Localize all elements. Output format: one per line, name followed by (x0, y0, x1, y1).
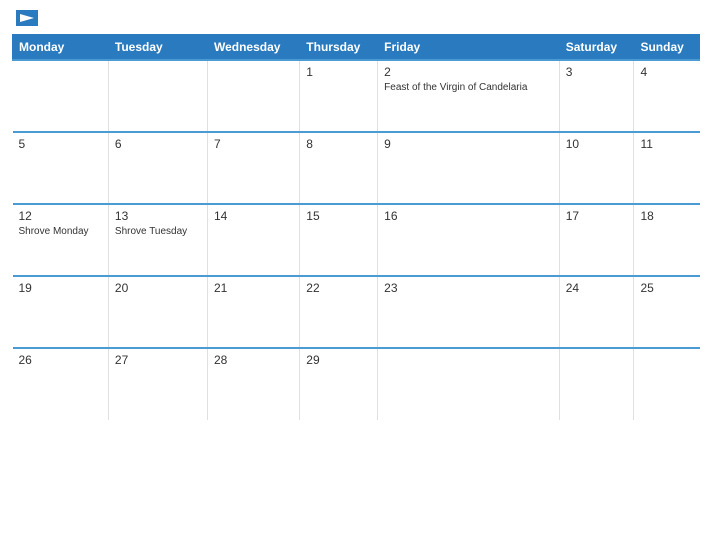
week-row-3: 12 Shrove Monday 13 Shrove Tuesday 14 15 16 17 1… (13, 204, 700, 276)
day-number: 17 (566, 209, 628, 223)
day-number: 27 (115, 353, 201, 367)
calendar-cell: 27 (108, 348, 207, 420)
calendar-cell: 13 Shrove Tuesday (108, 204, 207, 276)
day-number: 20 (115, 281, 201, 295)
calendar-cell: 17 (559, 204, 634, 276)
day-number: 10 (566, 137, 628, 151)
day-number: 8 (306, 137, 371, 151)
day-number: 12 (19, 209, 102, 223)
day-number: 18 (640, 209, 693, 223)
day-number: 7 (214, 137, 293, 151)
calendar-cell: 29 (300, 348, 378, 420)
calendar-cell: 15 (300, 204, 378, 276)
calendar-cell: 26 (13, 348, 109, 420)
calendar-cell: 1 (300, 60, 378, 132)
calendar-cell: 20 (108, 276, 207, 348)
day-number: 26 (19, 353, 102, 367)
calendar-cell: 3 (559, 60, 634, 132)
calendar-cell (559, 348, 634, 420)
logo-flag-icon (16, 10, 38, 26)
day-number: 21 (214, 281, 293, 295)
day-number: 1 (306, 65, 371, 79)
day-number: 16 (384, 209, 553, 223)
day-number: 9 (384, 137, 553, 151)
calendar-cell: 23 (378, 276, 560, 348)
holiday-label: Shrove Tuesday (115, 226, 187, 237)
calendar-container: MondayTuesdayWednesdayThursdayFridaySatu… (0, 0, 712, 550)
calendar-header (12, 10, 700, 26)
weekday-header-saturday: Saturday (559, 35, 634, 61)
calendar-cell: 19 (13, 276, 109, 348)
weekday-header-sunday: Sunday (634, 35, 700, 61)
holiday-label: Shrove Monday (19, 226, 89, 237)
calendar-cell (108, 60, 207, 132)
week-row-5: 26 27 28 29 (13, 348, 700, 420)
week-row-2: 56789 10 11 (13, 132, 700, 204)
calendar-cell: 9 (378, 132, 560, 204)
calendar-cell: 22 (300, 276, 378, 348)
calendar-cell: 14 (207, 204, 299, 276)
week-row-1: 12 Feast of the Virgin of Candelaria 34 (13, 60, 700, 132)
day-number: 29 (306, 353, 371, 367)
weekday-header-tuesday: Tuesday (108, 35, 207, 61)
calendar-cell (634, 348, 700, 420)
weekday-header-wednesday: Wednesday (207, 35, 299, 61)
day-number: 2 (384, 65, 553, 79)
calendar-cell: 5 (13, 132, 109, 204)
logo (12, 10, 38, 26)
calendar-cell: 21 (207, 276, 299, 348)
day-number: 23 (384, 281, 553, 295)
calendar-cell: 6 (108, 132, 207, 204)
week-row-4: 19 20 21 22 23 24 25 (13, 276, 700, 348)
calendar-cell: 24 (559, 276, 634, 348)
calendar-cell: 2 Feast of the Virgin of Candelaria (378, 60, 560, 132)
day-number: 22 (306, 281, 371, 295)
calendar-cell: 12 Shrove Monday (13, 204, 109, 276)
calendar-cell: 4 (634, 60, 700, 132)
day-number: 15 (306, 209, 371, 223)
day-number: 25 (640, 281, 693, 295)
day-number: 3 (566, 65, 628, 79)
calendar-cell: 28 (207, 348, 299, 420)
calendar-cell: 10 (559, 132, 634, 204)
weekday-header-friday: Friday (378, 35, 560, 61)
day-number: 24 (566, 281, 628, 295)
calendar-table: MondayTuesdayWednesdayThursdayFridaySatu… (12, 34, 700, 420)
day-number: 19 (19, 281, 102, 295)
day-number: 6 (115, 137, 201, 151)
calendar-cell: 11 (634, 132, 700, 204)
day-number: 13 (115, 209, 201, 223)
calendar-cell: 16 (378, 204, 560, 276)
calendar-cell (378, 348, 560, 420)
calendar-cell: 7 (207, 132, 299, 204)
calendar-cell (207, 60, 299, 132)
weekday-header-monday: Monday (13, 35, 109, 61)
weekday-header-row: MondayTuesdayWednesdayThursdayFridaySatu… (13, 35, 700, 61)
day-number: 14 (214, 209, 293, 223)
calendar-cell: 18 (634, 204, 700, 276)
calendar-cell (13, 60, 109, 132)
day-number: 28 (214, 353, 293, 367)
day-number: 11 (640, 137, 693, 151)
day-number: 5 (19, 137, 102, 151)
day-number: 4 (640, 65, 693, 79)
holiday-label: Feast of the Virgin of Candelaria (384, 82, 527, 93)
calendar-cell: 8 (300, 132, 378, 204)
calendar-cell: 25 (634, 276, 700, 348)
weekday-header-thursday: Thursday (300, 35, 378, 61)
